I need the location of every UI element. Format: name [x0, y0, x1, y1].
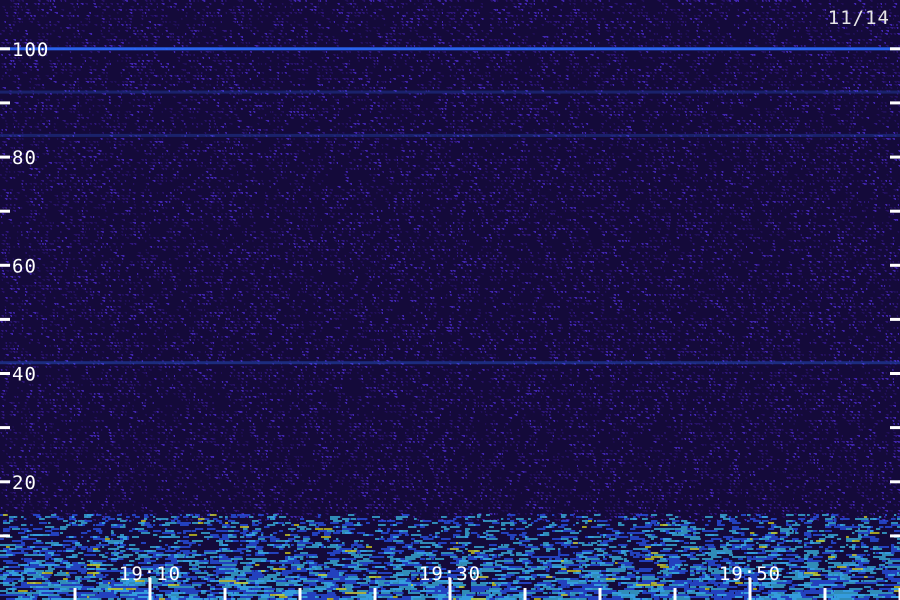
- waterfall-spectrogram: 20 40 60 80 100 19:10 19:30 19:50 11/14: [0, 0, 900, 600]
- y-tick-right-10: [890, 534, 900, 538]
- y-tick-left-20: [0, 480, 10, 484]
- noise-band-2: [0, 133, 900, 137]
- noise-band-0: [0, 47, 900, 51]
- y-tick-right-80: [890, 155, 900, 159]
- x-label-2: 19:50: [719, 563, 781, 585]
- x-tick-40: [598, 588, 602, 600]
- y-tick-right-40: [890, 372, 900, 375]
- y-tick-right-50: [890, 317, 900, 321]
- y-tick-left-90: [0, 101, 10, 105]
- x-label-1: 19:30: [419, 563, 481, 585]
- x-tick-45: [673, 588, 677, 600]
- y-tick-left-30: [0, 426, 10, 430]
- y-label-20: 20: [12, 472, 37, 494]
- x-tick-25: [373, 588, 377, 600]
- y-tick-left-10: [0, 534, 10, 538]
- y-label-40: 40: [12, 364, 37, 386]
- y-label-100: 100: [12, 39, 49, 61]
- y-label-60: 60: [12, 255, 37, 277]
- x-tick-35: [523, 588, 527, 600]
- noise-band-1: [0, 90, 900, 94]
- y-tick-right-60: [890, 263, 900, 267]
- y-tick-right-70: [890, 209, 900, 213]
- y-tick-left-100: [0, 47, 10, 51]
- y-tick-left-70: [0, 209, 10, 213]
- noise-band-3: [0, 361, 900, 365]
- x-label-0: 19:10: [119, 563, 181, 585]
- y-tick-right-30: [890, 426, 900, 430]
- y-tick-right-90: [890, 101, 900, 105]
- x-tick-15: [223, 588, 227, 600]
- x-tick-20: [298, 588, 302, 600]
- y-tick-left-60: [0, 263, 10, 267]
- x-tick-5: [73, 588, 77, 600]
- y-tick-left-50: [0, 317, 10, 321]
- y-tick-right-100: [890, 47, 900, 51]
- y-tick-left-40: [0, 372, 10, 375]
- x-tick-55: [823, 588, 827, 600]
- y-tick-right-20: [890, 480, 900, 484]
- y-label-80: 80: [12, 147, 37, 169]
- date-label: 11/14: [828, 7, 890, 29]
- y-tick-left-80: [0, 155, 10, 159]
